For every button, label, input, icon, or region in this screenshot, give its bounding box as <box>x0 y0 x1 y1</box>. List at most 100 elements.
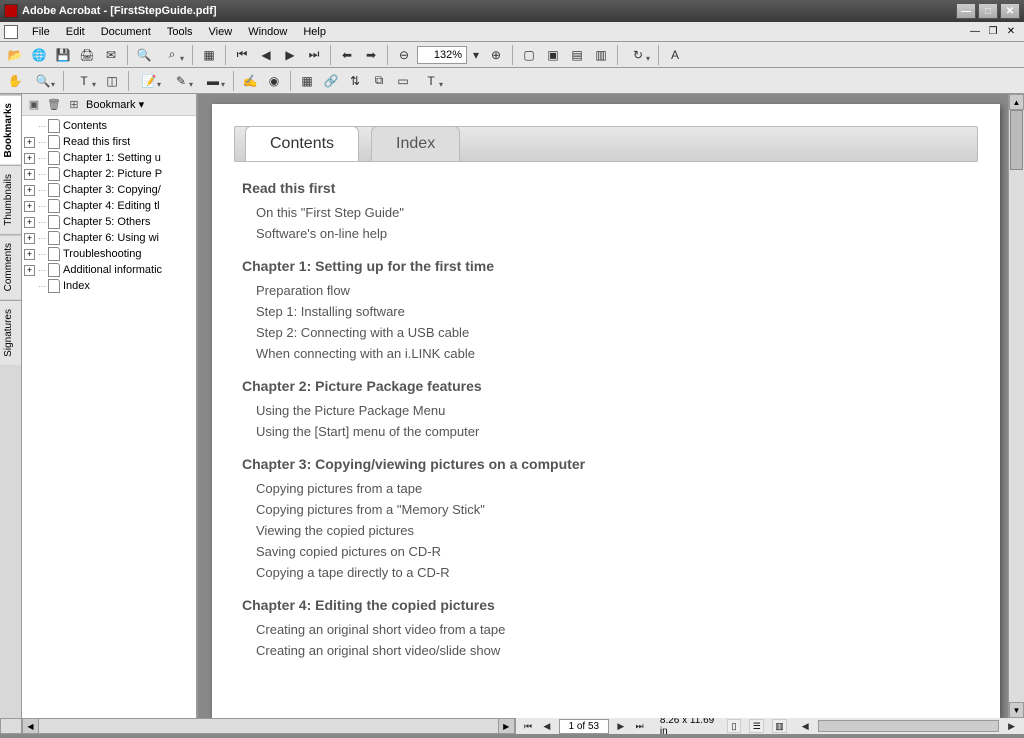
status-last-page-button[interactable]: ⏭ <box>633 719 646 733</box>
fit-page-button[interactable]: ▣ <box>542 44 564 66</box>
vertical-scrollbar[interactable]: ▲ ▼ <box>1008 94 1024 718</box>
zoom-dropdown-button[interactable]: ▾ <box>469 44 483 66</box>
print-button[interactable]: 🖨 <box>76 44 98 66</box>
first-page-button[interactable]: ⏮ <box>231 44 253 66</box>
pdf-tab-contents[interactable]: Contents <box>245 126 359 161</box>
pdf-toc-entry[interactable]: Saving copied pictures on CD-R <box>242 541 970 562</box>
menu-edit[interactable]: Edit <box>58 24 93 40</box>
document-canvas[interactable]: Contents Index Read this firstOn this "F… <box>198 94 1024 718</box>
pdf-toc-entry[interactable]: Using the [Start] menu of the computer <box>242 421 970 442</box>
pdf-toc-entry[interactable]: Step 1: Installing software <box>242 301 970 322</box>
minimize-button[interactable]: — <box>956 3 976 19</box>
side-tab-signatures[interactable]: Signatures <box>0 300 21 365</box>
expand-bookmark-button[interactable]: ⊞ <box>66 97 82 113</box>
bookmark-item[interactable]: +⋯Chapter 6: Using wi <box>24 230 194 246</box>
doc-hscroll-track[interactable] <box>818 720 1000 732</box>
expand-icon[interactable]: + <box>24 217 35 228</box>
expand-icon[interactable]: + <box>24 137 35 148</box>
scroll-down-button[interactable]: ▼ <box>1009 702 1024 718</box>
pencil-tool-button[interactable]: ✎ <box>166 70 196 92</box>
crop-tool-button[interactable]: ⧉ <box>368 70 390 92</box>
bookmark-item[interactable]: +⋯Chapter 4: Editing tl <box>24 198 194 214</box>
pdf-toc-entry[interactable]: Preparation flow <box>242 280 970 301</box>
zoom-in-button[interactable]: ⊕ <box>485 44 507 66</box>
single-page-view-button[interactable]: ▯ <box>727 719 742 733</box>
save-web-button[interactable]: 🌐 <box>28 44 50 66</box>
email-button[interactable]: ✉ <box>100 44 122 66</box>
touchup-text-button[interactable]: T <box>416 70 446 92</box>
highlight-tool-button[interactable]: ▬ <box>198 70 228 92</box>
mdi-minimize-button[interactable]: — <box>967 25 983 39</box>
open-button[interactable]: 📂 <box>4 44 26 66</box>
note-tool-button[interactable]: 📝 <box>134 70 164 92</box>
mdi-close-button[interactable]: ✕ <box>1003 25 1019 39</box>
bookmarks-hscroll[interactable]: ◀ ▶ <box>22 718 515 734</box>
pdf-toc-entry[interactable]: Copying pictures from a tape <box>242 478 970 499</box>
bookmark-item[interactable]: ⋯Index <box>24 278 194 294</box>
continuous-view-button[interactable]: ☰ <box>749 719 764 733</box>
hand-tool-button[interactable]: ✋ <box>4 70 26 92</box>
bookmark-item[interactable]: +⋯Read this first <box>24 134 194 150</box>
fit-width-button[interactable]: ▤ <box>566 44 588 66</box>
facing-view-button[interactable]: ▥ <box>772 719 787 733</box>
prev-page-button[interactable]: ◀ <box>255 44 277 66</box>
pdf-toc-entry[interactable]: Using the Picture Package Menu <box>242 400 970 421</box>
expand-icon[interactable]: + <box>24 249 35 260</box>
menu-document[interactable]: Document <box>93 24 159 40</box>
actual-size-button[interactable]: ▢ <box>518 44 540 66</box>
text-select-tool-button[interactable]: T <box>69 70 99 92</box>
close-button[interactable]: ✕ <box>1000 3 1020 19</box>
pdf-toc-entry[interactable]: Viewing the copied pictures <box>242 520 970 541</box>
signature-tool-button[interactable]: ✍ <box>239 70 261 92</box>
back-button[interactable]: ⬅ <box>336 44 358 66</box>
status-next-page-button[interactable]: ▶ <box>615 719 628 733</box>
last-page-button[interactable]: ⏭ <box>303 44 325 66</box>
zoom-field[interactable] <box>417 46 467 64</box>
pdf-section-title[interactable]: Chapter 4: Editing the copied pictures <box>242 597 970 613</box>
bookmark-item[interactable]: +⋯Additional informatic <box>24 262 194 278</box>
menu-window[interactable]: Window <box>240 24 295 40</box>
side-tab-comments[interactable]: Comments <box>0 234 21 299</box>
pdf-toc-entry[interactable]: When connecting with an i.LINK cable <box>242 343 970 364</box>
mdi-restore-button[interactable]: ❐ <box>985 25 1001 39</box>
scroll-thumb[interactable] <box>1010 110 1023 170</box>
expand-icon[interactable]: + <box>24 233 35 244</box>
adobe-online-button[interactable]: A <box>664 44 686 66</box>
status-first-page-button[interactable]: ⏮ <box>522 719 535 733</box>
reflow-button[interactable]: ▥ <box>590 44 612 66</box>
spell-check-button[interactable]: ▦ <box>296 70 318 92</box>
zoom-out-button[interactable]: ⊖ <box>393 44 415 66</box>
expand-icon[interactable]: + <box>24 265 35 276</box>
bookmark-item[interactable]: ⋯Contents <box>24 118 194 134</box>
menu-file[interactable]: File <box>24 24 58 40</box>
bookmark-item[interactable]: +⋯Chapter 5: Others <box>24 214 194 230</box>
pdf-section-title[interactable]: Read this first <box>242 180 970 196</box>
zoom-tool-button[interactable]: 🔍 <box>28 70 58 92</box>
pdf-section-title[interactable]: Chapter 3: Copying/viewing pictures on a… <box>242 456 970 472</box>
form-tool-button[interactable]: ▭ <box>392 70 414 92</box>
side-tab-thumbnails[interactable]: Thumbnails <box>0 165 21 234</box>
find-button[interactable]: 🔍 <box>133 44 155 66</box>
columns-button[interactable]: ▦ <box>198 44 220 66</box>
menu-tools[interactable]: Tools <box>159 24 201 40</box>
forward-button[interactable]: ➡ <box>360 44 382 66</box>
delete-bookmark-button[interactable]: 🗑 <box>46 97 62 113</box>
menu-help[interactable]: Help <box>295 24 334 40</box>
pdf-toc-entry[interactable]: Copying pictures from a "Memory Stick" <box>242 499 970 520</box>
new-bookmark-button[interactable]: ▣ <box>26 97 42 113</box>
bookmark-item[interactable]: +⋯Chapter 1: Setting u <box>24 150 194 166</box>
rotate-button[interactable]: ↻ <box>623 44 653 66</box>
doc-scroll-left-button[interactable]: ◀ <box>799 719 812 733</box>
pdf-section-title[interactable]: Chapter 2: Picture Package features <box>242 378 970 394</box>
article-tool-button[interactable]: ⇅ <box>344 70 366 92</box>
bm-scroll-right-button[interactable]: ▶ <box>498 719 514 733</box>
maximize-button[interactable]: □ <box>978 3 998 19</box>
expand-icon[interactable]: + <box>24 169 35 180</box>
bm-scroll-left-button[interactable]: ◀ <box>23 719 39 733</box>
bookmark-menu[interactable]: Bookmark ▾ <box>86 98 144 111</box>
expand-icon[interactable]: + <box>24 153 35 164</box>
pdf-toc-entry[interactable]: Copying a tape directly to a CD-R <box>242 562 970 583</box>
graphic-select-tool-button[interactable]: ◫ <box>101 70 123 92</box>
side-tab-bookmarks[interactable]: Bookmarks <box>0 94 21 165</box>
scroll-up-button[interactable]: ▲ <box>1009 94 1024 110</box>
